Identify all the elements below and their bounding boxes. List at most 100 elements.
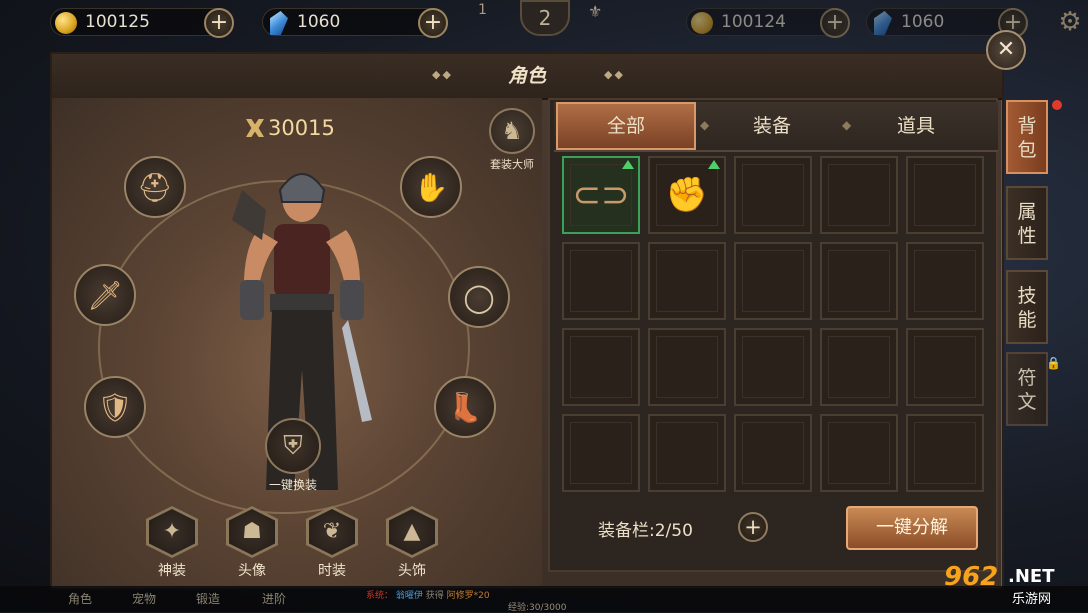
inventory-cell[interactable] [906, 414, 984, 492]
headwear-frame: ▲ [386, 506, 438, 558]
gloves-icon: ✋ [413, 170, 449, 204]
watermark-site-name: 乐游网 [1012, 592, 1052, 607]
avatar-icon: ☗ [229, 509, 275, 555]
inventory-cell[interactable]: ✊ [648, 156, 726, 234]
watermark-net: .NET [1008, 566, 1055, 587]
equip-slot-weapon[interactable]: 🗡 [74, 264, 136, 326]
inventory-cell[interactable] [820, 328, 898, 406]
equip-slot-boots[interactable]: 👢 [434, 376, 496, 438]
bottom-nav-character[interactable]: 角色 [68, 590, 92, 607]
side-tab-attributes[interactable]: 属性 [1006, 186, 1048, 260]
side-tab-runes[interactable]: 符文 [1006, 352, 1048, 426]
inventory-cell[interactable] [734, 242, 812, 320]
panel-titlebar: ◆◆ 角色 ◆◆ [52, 54, 1002, 100]
side-tab-bag[interactable]: 背包 [1006, 100, 1048, 174]
side-tab-skills-label: 技能 [1017, 285, 1037, 331]
add-gem-button[interactable]: + [418, 8, 448, 38]
inventory-cell[interactable] [820, 414, 898, 492]
inventory-cell[interactable] [906, 242, 984, 320]
one-click-decompose-button[interactable]: 一键分解 [846, 506, 978, 550]
gold-coin-icon [55, 12, 77, 34]
headwear-label: 头饰 [398, 563, 426, 579]
inventory-cell[interactable] [906, 328, 984, 406]
inventory-cell[interactable] [820, 242, 898, 320]
tab-items[interactable]: 道具 [846, 102, 986, 150]
inventory-cell[interactable] [648, 414, 726, 492]
system-prefix: 系统： [366, 591, 394, 601]
fashion-label: 时装 [318, 563, 346, 579]
gauntlet-icon: ✊ [665, 175, 709, 215]
expand-bag-button[interactable]: + [738, 512, 768, 542]
lock-icon: 🔒 [1046, 356, 1061, 370]
inventory-cell[interactable] [562, 242, 640, 320]
experience-text: 经验:30/3000 [508, 603, 567, 613]
fashion-button[interactable]: ❦ 时装 [302, 506, 362, 580]
headwear-button[interactable]: ▲ 头饰 [382, 506, 442, 580]
system-reward: 阿修罗*20 [446, 591, 490, 601]
gold-value: 100125 [85, 12, 150, 32]
stage-center-number: 2 [520, 0, 570, 36]
upgrade-arrow-icon [622, 160, 634, 169]
title-right-ornament: ◆◆ [604, 68, 625, 81]
notification-dot [1052, 100, 1062, 110]
power-icon [246, 119, 264, 137]
equip-slot-helmet[interactable]: ⛑ [124, 156, 186, 218]
set-master-button[interactable]: ♞ 套装大师 [482, 108, 542, 172]
add-gold-button[interactable]: + [204, 8, 234, 38]
one-click-equip-button[interactable]: ⛨ 一键换装 [258, 418, 328, 493]
divine-gear-icon: ✦ [149, 509, 195, 555]
system-player-name: 翁曜伊 [395, 591, 423, 601]
side-tab-runes-label: 符文 [1017, 367, 1037, 413]
bottom-nav-forge[interactable]: 锻造 [196, 590, 220, 607]
inventory-grid: ⊂⊃ ✊ [562, 156, 984, 492]
divine-gear-frame: ✦ [146, 506, 198, 558]
gem-icon [266, 11, 289, 35]
watermark-number: 962 [944, 562, 999, 592]
tab-equipment[interactable]: 装备 [702, 102, 842, 150]
inventory-cell[interactable] [906, 156, 984, 234]
upgrade-arrow-icon [708, 160, 720, 169]
bottom-nav-pet[interactable]: 宠物 [132, 590, 156, 607]
divine-gear-button[interactable]: ✦ 神装 [142, 506, 202, 580]
set-master-label: 套装大师 [490, 158, 534, 171]
site-watermark: 962 .NET 乐游网 [944, 560, 1084, 608]
one-click-equip-icon: ⛨ [265, 418, 321, 474]
close-button[interactable]: ✕ [986, 30, 1026, 70]
settings-gear-icon[interactable]: ⚙ [1052, 4, 1088, 40]
avatar-label: 头像 [238, 563, 266, 579]
one-click-equip-label: 一键换装 [268, 478, 317, 492]
set-master-icon: ♞ [489, 108, 535, 154]
inventory-cell[interactable] [562, 414, 640, 492]
inventory-cell[interactable] [562, 328, 640, 406]
inventory-cell[interactable] [734, 156, 812, 234]
inventory-cell[interactable] [734, 328, 812, 406]
tab-all[interactable]: 全部 [556, 102, 696, 150]
stage-left-number: 1 [478, 2, 487, 18]
side-tab-skills[interactable]: 技能 [1006, 270, 1048, 344]
crest-icon: ⚜ [588, 2, 603, 21]
equip-slot-ring[interactable]: ◯ [448, 266, 510, 328]
inventory-cell[interactable] [648, 328, 726, 406]
side-tab-attributes-label: 属性 [1017, 201, 1037, 247]
avatar-frame: ☗ [226, 506, 278, 558]
inventory-cell[interactable] [648, 242, 726, 320]
combat-power: 30015 [246, 116, 335, 140]
headwear-icon: ▲ [389, 509, 435, 555]
bag-capacity: 装备栏:2/50 [598, 521, 693, 541]
gem-value-background: 1060 [901, 12, 945, 32]
bottom-nav-advance[interactable]: 进阶 [262, 590, 286, 607]
add-gold-button-background: + [820, 8, 850, 38]
inventory-cell[interactable] [734, 414, 812, 492]
panel-title: 角色 [507, 65, 546, 87]
avatar-button[interactable]: ☗ 头像 [222, 506, 282, 580]
armor-icon: 🛡 [97, 390, 133, 424]
sword-icon: 🗡 [87, 278, 123, 312]
equip-slot-gloves[interactable]: ✋ [400, 156, 462, 218]
inventory-cell[interactable]: ⊂⊃ [562, 156, 640, 234]
stage-indicator: 1 2 ⚜ [470, 0, 640, 40]
inventory-tab-bar: 全部 ◆ 装备 ◆ 道具 [554, 102, 998, 152]
inventory-cell[interactable] [820, 156, 898, 234]
equip-slot-armor[interactable]: 🛡 [84, 376, 146, 438]
belt-icon: ⊂⊃ [572, 175, 630, 215]
side-tab-bag-label: 背包 [1017, 115, 1037, 161]
